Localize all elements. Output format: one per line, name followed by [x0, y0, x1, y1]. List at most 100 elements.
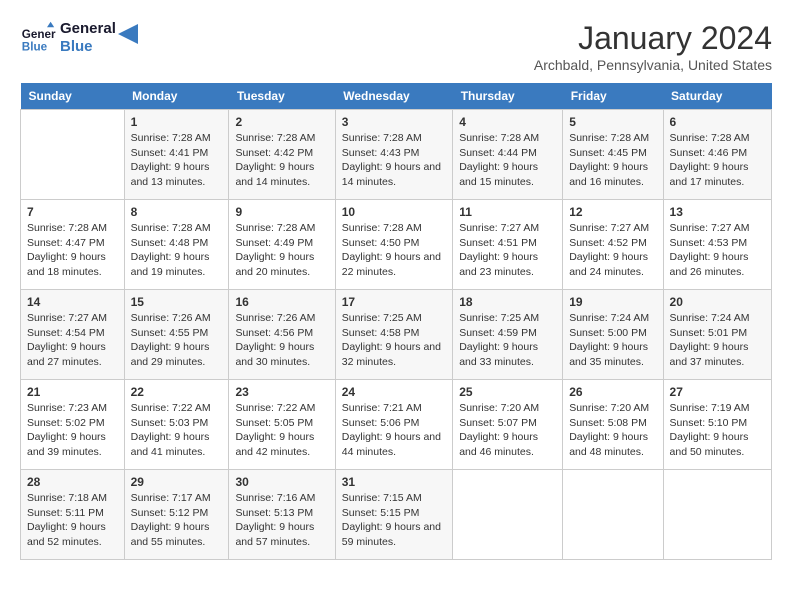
- day-number: 2: [235, 115, 328, 129]
- calendar-week-row: 28 Sunrise: 7:18 AM Sunset: 5:11 PM Dayl…: [21, 470, 772, 560]
- day-number: 20: [670, 295, 765, 309]
- daylight-text: Daylight: 9 hours and 24 minutes.: [569, 251, 648, 278]
- daylight-text: Daylight: 9 hours and 55 minutes.: [131, 521, 210, 548]
- calendar-cell: 14 Sunrise: 7:27 AM Sunset: 4:54 PM Dayl…: [21, 290, 125, 380]
- sunrise-text: Sunrise: 7:28 AM: [342, 222, 422, 234]
- daylight-text: Daylight: 9 hours and 17 minutes.: [670, 161, 749, 188]
- calendar-cell: [453, 470, 563, 560]
- day-number: 22: [131, 385, 223, 399]
- sunset-text: Sunset: 4:52 PM: [569, 237, 647, 249]
- calendar-cell: 4 Sunrise: 7:28 AM Sunset: 4:44 PM Dayli…: [453, 110, 563, 200]
- sunset-text: Sunset: 5:13 PM: [235, 507, 313, 519]
- calendar-cell: 1 Sunrise: 7:28 AM Sunset: 4:41 PM Dayli…: [124, 110, 229, 200]
- weekday-header-wednesday: Wednesday: [335, 83, 452, 110]
- day-number: 8: [131, 205, 223, 219]
- daylight-text: Daylight: 9 hours and 41 minutes.: [131, 431, 210, 458]
- calendar-cell: 11 Sunrise: 7:27 AM Sunset: 4:51 PM Dayl…: [453, 200, 563, 290]
- logo-general: General: [60, 20, 116, 38]
- day-number: 17: [342, 295, 446, 309]
- sunset-text: Sunset: 5:03 PM: [131, 417, 209, 429]
- sunset-text: Sunset: 4:47 PM: [27, 237, 105, 249]
- cell-content: Sunrise: 7:26 AM Sunset: 4:55 PM Dayligh…: [131, 311, 223, 370]
- cell-content: Sunrise: 7:22 AM Sunset: 5:05 PM Dayligh…: [235, 401, 328, 460]
- daylight-text: Daylight: 9 hours and 26 minutes.: [670, 251, 749, 278]
- calendar-week-row: 14 Sunrise: 7:27 AM Sunset: 4:54 PM Dayl…: [21, 290, 772, 380]
- logo-arrow-icon: [118, 24, 138, 44]
- calendar-cell: 26 Sunrise: 7:20 AM Sunset: 5:08 PM Dayl…: [563, 380, 663, 470]
- sunrise-text: Sunrise: 7:22 AM: [131, 402, 211, 414]
- sunset-text: Sunset: 5:08 PM: [569, 417, 647, 429]
- cell-content: Sunrise: 7:28 AM Sunset: 4:46 PM Dayligh…: [670, 131, 765, 190]
- calendar-cell: 17 Sunrise: 7:25 AM Sunset: 4:58 PM Dayl…: [335, 290, 452, 380]
- month-title: January 2024: [534, 20, 772, 57]
- daylight-text: Daylight: 9 hours and 33 minutes.: [459, 341, 538, 368]
- day-number: 30: [235, 475, 328, 489]
- cell-content: Sunrise: 7:23 AM Sunset: 5:02 PM Dayligh…: [27, 401, 118, 460]
- sunset-text: Sunset: 4:51 PM: [459, 237, 537, 249]
- sunset-text: Sunset: 5:06 PM: [342, 417, 420, 429]
- cell-content: Sunrise: 7:19 AM Sunset: 5:10 PM Dayligh…: [670, 401, 765, 460]
- day-number: 14: [27, 295, 118, 309]
- day-number: 16: [235, 295, 328, 309]
- sunrise-text: Sunrise: 7:25 AM: [342, 312, 422, 324]
- sunrise-text: Sunrise: 7:24 AM: [569, 312, 649, 324]
- cell-content: Sunrise: 7:17 AM Sunset: 5:12 PM Dayligh…: [131, 491, 223, 550]
- cell-content: Sunrise: 7:25 AM Sunset: 4:59 PM Dayligh…: [459, 311, 556, 370]
- cell-content: Sunrise: 7:28 AM Sunset: 4:47 PM Dayligh…: [27, 221, 118, 280]
- calendar-cell: 13 Sunrise: 7:27 AM Sunset: 4:53 PM Dayl…: [663, 200, 771, 290]
- weekday-header-monday: Monday: [124, 83, 229, 110]
- day-number: 28: [27, 475, 118, 489]
- sunset-text: Sunset: 4:54 PM: [27, 327, 105, 339]
- logo-icon: General Blue: [20, 20, 56, 56]
- daylight-text: Daylight: 9 hours and 16 minutes.: [569, 161, 648, 188]
- cell-content: Sunrise: 7:28 AM Sunset: 4:48 PM Dayligh…: [131, 221, 223, 280]
- calendar-cell: 7 Sunrise: 7:28 AM Sunset: 4:47 PM Dayli…: [21, 200, 125, 290]
- cell-content: Sunrise: 7:28 AM Sunset: 4:50 PM Dayligh…: [342, 221, 446, 280]
- day-number: 27: [670, 385, 765, 399]
- daylight-text: Daylight: 9 hours and 32 minutes.: [342, 341, 441, 368]
- calendar-table: SundayMondayTuesdayWednesdayThursdayFrid…: [20, 83, 772, 560]
- sunrise-text: Sunrise: 7:23 AM: [27, 402, 107, 414]
- daylight-text: Daylight: 9 hours and 29 minutes.: [131, 341, 210, 368]
- sunset-text: Sunset: 4:41 PM: [131, 147, 209, 159]
- day-number: 6: [670, 115, 765, 129]
- cell-content: Sunrise: 7:22 AM Sunset: 5:03 PM Dayligh…: [131, 401, 223, 460]
- daylight-text: Daylight: 9 hours and 57 minutes.: [235, 521, 314, 548]
- day-number: 29: [131, 475, 223, 489]
- daylight-text: Daylight: 9 hours and 39 minutes.: [27, 431, 106, 458]
- sunrise-text: Sunrise: 7:26 AM: [235, 312, 315, 324]
- calendar-cell: 3 Sunrise: 7:28 AM Sunset: 4:43 PM Dayli…: [335, 110, 452, 200]
- cell-content: Sunrise: 7:15 AM Sunset: 5:15 PM Dayligh…: [342, 491, 446, 550]
- sunset-text: Sunset: 4:45 PM: [569, 147, 647, 159]
- logo-blue: Blue: [60, 38, 116, 56]
- day-number: 13: [670, 205, 765, 219]
- calendar-cell: 6 Sunrise: 7:28 AM Sunset: 4:46 PM Dayli…: [663, 110, 771, 200]
- svg-text:General: General: [22, 28, 56, 41]
- weekday-header-saturday: Saturday: [663, 83, 771, 110]
- day-number: 3: [342, 115, 446, 129]
- day-number: 24: [342, 385, 446, 399]
- sunrise-text: Sunrise: 7:24 AM: [670, 312, 750, 324]
- sunset-text: Sunset: 4:48 PM: [131, 237, 209, 249]
- sunrise-text: Sunrise: 7:28 AM: [27, 222, 107, 234]
- calendar-cell: 22 Sunrise: 7:22 AM Sunset: 5:03 PM Dayl…: [124, 380, 229, 470]
- daylight-text: Daylight: 9 hours and 19 minutes.: [131, 251, 210, 278]
- sunset-text: Sunset: 4:43 PM: [342, 147, 420, 159]
- calendar-cell: 8 Sunrise: 7:28 AM Sunset: 4:48 PM Dayli…: [124, 200, 229, 290]
- page-header: General Blue General Blue January 2024 A…: [20, 20, 772, 73]
- daylight-text: Daylight: 9 hours and 46 minutes.: [459, 431, 538, 458]
- daylight-text: Daylight: 9 hours and 18 minutes.: [27, 251, 106, 278]
- daylight-text: Daylight: 9 hours and 14 minutes.: [342, 161, 441, 188]
- svg-text:Blue: Blue: [22, 41, 48, 54]
- daylight-text: Daylight: 9 hours and 14 minutes.: [235, 161, 314, 188]
- day-number: 23: [235, 385, 328, 399]
- day-number: 26: [569, 385, 656, 399]
- cell-content: Sunrise: 7:20 AM Sunset: 5:07 PM Dayligh…: [459, 401, 556, 460]
- daylight-text: Daylight: 9 hours and 23 minutes.: [459, 251, 538, 278]
- cell-content: Sunrise: 7:28 AM Sunset: 4:44 PM Dayligh…: [459, 131, 556, 190]
- cell-content: Sunrise: 7:28 AM Sunset: 4:42 PM Dayligh…: [235, 131, 328, 190]
- weekday-header-sunday: Sunday: [21, 83, 125, 110]
- cell-content: Sunrise: 7:27 AM Sunset: 4:53 PM Dayligh…: [670, 221, 765, 280]
- sunrise-text: Sunrise: 7:27 AM: [459, 222, 539, 234]
- sunset-text: Sunset: 5:00 PM: [569, 327, 647, 339]
